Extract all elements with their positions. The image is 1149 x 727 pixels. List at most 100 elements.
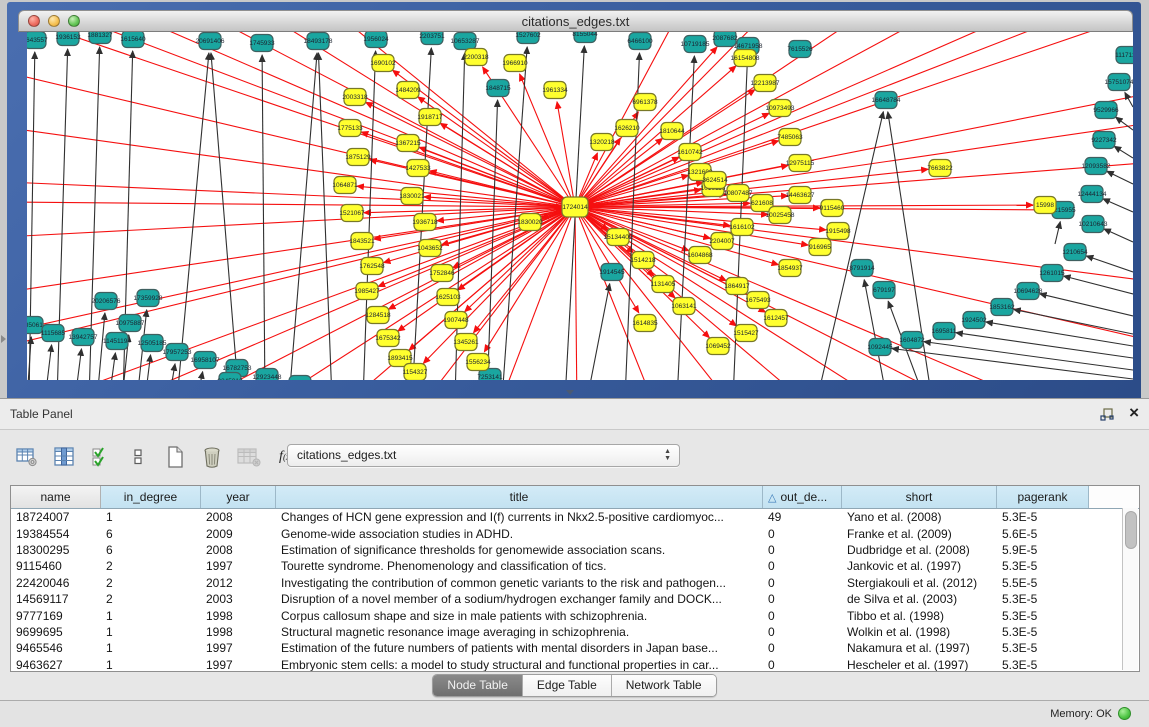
table-settings-icon[interactable] xyxy=(14,444,40,470)
graph-node[interactable]: 1604872 xyxy=(899,332,925,349)
splitter-handle-icon[interactable] xyxy=(566,390,574,395)
graph-node[interactable]: 1907448 xyxy=(443,312,469,329)
close-panel-icon[interactable]: × xyxy=(1129,404,1139,422)
graph-node[interactable]: 10025458 xyxy=(766,207,795,224)
graph-node[interactable]: 1924502 xyxy=(961,312,987,329)
scrollbar-thumb[interactable] xyxy=(1125,511,1137,549)
graph-node[interactable]: 1875129 xyxy=(345,149,371,166)
edge[interactable] xyxy=(27,337,31,380)
graph-node[interactable]: 12213987 xyxy=(751,75,780,92)
graph-node[interactable]: 10973493 xyxy=(766,100,795,117)
edge[interactable] xyxy=(575,207,577,380)
column-header-short[interactable]: short xyxy=(842,486,997,508)
edge[interactable] xyxy=(1103,199,1133,212)
graph-node[interactable]: 15998 xyxy=(1034,197,1056,214)
graph-node[interactable]: 10653287 xyxy=(451,33,480,50)
graph-node[interactable]: 8155044 xyxy=(572,32,598,43)
graph-node[interactable]: 3624514 xyxy=(702,172,728,189)
graph-node[interactable]: 12444134 xyxy=(1078,186,1107,203)
edge[interactable] xyxy=(575,32,1133,207)
graph-node[interactable]: 1881327 xyxy=(87,32,113,44)
edge[interactable] xyxy=(587,284,610,380)
edge[interactable] xyxy=(423,207,575,363)
graph-node[interactable]: 9529966 xyxy=(1093,102,1119,119)
graph-node[interactable]: 1830021 xyxy=(399,188,425,205)
edge[interactable] xyxy=(262,55,265,380)
graph-node[interactable]: 1069482 xyxy=(287,376,313,381)
column-visibility-icon[interactable] xyxy=(51,444,77,470)
edge[interactable] xyxy=(197,372,203,380)
edge[interactable] xyxy=(1064,276,1133,294)
graph-node[interactable]: 1527602 xyxy=(515,32,541,44)
table-row[interactable]: 946362711997Embryonic stem cells: a mode… xyxy=(11,657,1139,672)
graph-node[interactable]: 9227342 xyxy=(1091,132,1117,149)
graph-node[interactable]: 17359928 xyxy=(134,290,163,307)
table-row[interactable]: 911546021997Tourette syndrome. Phenomeno… xyxy=(11,558,1139,574)
network-canvas[interactable]: 8643557193615318813271615640206914061745… xyxy=(27,32,1133,380)
graph-node[interactable]: 1985427 xyxy=(354,283,380,300)
tab-edge-table[interactable]: Edge Table xyxy=(523,675,612,696)
graph-node[interactable]: 16154808 xyxy=(731,50,760,67)
graph-node[interactable]: 10807487 xyxy=(724,185,753,202)
graph-node[interactable]: 10719185 xyxy=(681,36,710,53)
graph-node[interactable]: 1154327 xyxy=(403,364,428,381)
graph-node[interactable]: 14463627 xyxy=(786,187,815,204)
edge[interactable] xyxy=(575,92,1133,207)
graph-node[interactable]: 12923448 xyxy=(253,369,282,381)
edge[interactable] xyxy=(177,53,209,380)
edge[interactable] xyxy=(145,355,151,380)
graph-node[interactable]: 1092445 xyxy=(867,339,893,356)
graph-node[interactable]: 1556234 xyxy=(465,354,491,371)
edge[interactable] xyxy=(289,53,317,380)
graph-node[interactable]: 16958107 xyxy=(191,352,220,369)
table-row[interactable]: 2242004622012Investigating the contribut… xyxy=(11,575,1139,591)
edge[interactable] xyxy=(986,322,1133,346)
graph-node[interactable]: 12093582 xyxy=(1082,158,1111,175)
new-table-icon[interactable] xyxy=(162,444,188,470)
network-window-titlebar[interactable]: citations_edges.txt xyxy=(18,10,1133,32)
graph-node[interactable]: 916965 xyxy=(809,239,831,256)
graph-node[interactable]: 1131405 xyxy=(651,276,676,293)
row-select-icon[interactable] xyxy=(88,444,114,470)
graph-node[interactable]: 1612457 xyxy=(763,310,789,327)
graph-node[interactable]: 1610742 xyxy=(677,144,703,161)
graph-node[interactable]: 1675493 xyxy=(745,292,771,309)
edge[interactable] xyxy=(211,53,239,380)
edge[interactable] xyxy=(1040,294,1133,316)
column-header-name[interactable]: name xyxy=(11,486,101,508)
graph-node[interactable]: 1762548 xyxy=(359,258,385,275)
edge[interactable] xyxy=(169,364,175,380)
column-header-pagerank[interactable]: pagerank xyxy=(997,486,1089,508)
graph-node[interactable]: 1484209 xyxy=(395,82,421,99)
graph-node[interactable]: 1210654 xyxy=(1062,244,1088,261)
graph-node[interactable]: 1936718 xyxy=(412,214,438,231)
graph-node[interactable]: 1810644 xyxy=(659,123,685,140)
graph-node[interactable]: 1853162 xyxy=(989,299,1015,316)
graph-node[interactable]: 10694628 xyxy=(1014,283,1043,300)
table-row[interactable]: 977716911998Corpus callosum shape and si… xyxy=(11,607,1139,623)
tab-node-table[interactable]: Node Table xyxy=(433,675,523,696)
graph-node[interactable]: 1115685 xyxy=(41,325,66,342)
table-row[interactable]: 1456911722003Disruption of a novel membe… xyxy=(11,591,1139,607)
graph-node[interactable]: 7615526 xyxy=(787,41,813,58)
table-row[interactable]: 1872400712008Changes of HCN gene express… xyxy=(11,509,1139,525)
graph-node[interactable]: 1625103 xyxy=(435,289,461,306)
graph-node[interactable]: 1367215 xyxy=(395,135,421,152)
tab-network-table[interactable]: Network Table xyxy=(612,675,716,696)
table-selector-dropdown[interactable]: citations_edges.txt ▲▼ xyxy=(287,444,680,467)
graph-node[interactable]: 13942757 xyxy=(69,329,98,346)
edge[interactable] xyxy=(45,345,52,380)
graph-node[interactable]: 1284518 xyxy=(365,307,391,324)
edge[interactable] xyxy=(1086,256,1133,272)
graph-node[interactable]: 1043652 xyxy=(417,240,443,257)
memory-status-icon[interactable] xyxy=(1118,707,1131,720)
edge[interactable] xyxy=(357,186,575,207)
graph-node[interactable]: 1775133 xyxy=(337,120,363,137)
left-panel-expand-arrow-icon[interactable] xyxy=(1,335,6,343)
graph-node[interactable]: 1604868 xyxy=(687,247,713,264)
hub-node[interactable]: 1724014 xyxy=(562,197,588,217)
graph-node[interactable]: 1848715 xyxy=(485,80,511,97)
graph-node[interactable]: 9115460 xyxy=(820,200,845,217)
graph-node[interactable]: 1864917 xyxy=(724,278,750,295)
graph-node[interactable]: 1626210 xyxy=(614,120,640,137)
